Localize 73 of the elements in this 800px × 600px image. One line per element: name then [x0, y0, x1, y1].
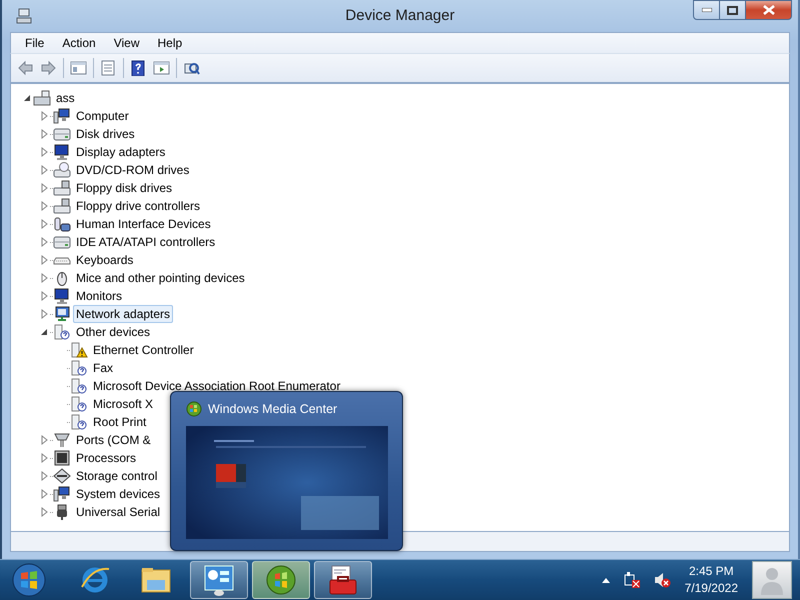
- monitor-icon: [53, 144, 71, 160]
- tree-item[interactable]: Processors: [73, 449, 140, 467]
- tree-item[interactable]: IDE ATA/ATAPI controllers: [73, 233, 218, 251]
- tree-item[interactable]: Storage control: [73, 467, 160, 485]
- tree-item[interactable]: Ports (COM &: [73, 431, 154, 449]
- tree-item[interactable]: Display adapters: [73, 143, 168, 161]
- orb-icon: [186, 401, 202, 417]
- drive-icon: [53, 198, 71, 214]
- tree-item[interactable]: Microsoft X: [90, 395, 156, 413]
- tree-item[interactable]: Floppy drive controllers: [73, 197, 204, 215]
- maximize-button[interactable]: [720, 0, 746, 20]
- tree-item[interactable]: Network adapters: [73, 305, 174, 323]
- orb-icon: [12, 563, 46, 598]
- tree-item[interactable]: Mice and other pointing devices: [73, 269, 248, 287]
- maximize-icon: [727, 6, 738, 14]
- tree-item[interactable]: Universal Serial: [73, 503, 164, 521]
- pane-icon: [70, 60, 87, 76]
- window-title: Device Manager: [345, 7, 455, 24]
- chip-icon: [53, 450, 71, 466]
- clock-date: 7/19/2022: [684, 580, 738, 598]
- forward-icon: [40, 60, 57, 76]
- tree-item[interactable]: ass: [53, 89, 78, 107]
- back-icon: [17, 60, 34, 76]
- computer-icon: [33, 90, 51, 106]
- tree-item[interactable]: Floppy disk drives: [73, 179, 176, 197]
- control-panel-icon: [202, 563, 236, 598]
- tree-item[interactable]: Root Print: [90, 413, 150, 431]
- user-icon: [759, 565, 785, 596]
- tree-item[interactable]: Ethernet Controller: [90, 341, 197, 359]
- tree-item[interactable]: Fax: [90, 359, 116, 377]
- clock[interactable]: 2:45 PM 7/19/2022: [676, 563, 746, 598]
- pane-icon: [153, 60, 170, 76]
- computer-icon: [16, 8, 32, 24]
- caret-icon: [600, 576, 611, 584]
- storage-icon: [53, 468, 71, 484]
- device-icon: [53, 324, 71, 340]
- tree-item[interactable]: Disk drives: [73, 125, 138, 143]
- tree-item[interactable]: System devices: [73, 485, 164, 503]
- port-icon: [53, 432, 71, 448]
- menu-item[interactable]: File: [16, 36, 54, 50]
- orb-icon: [264, 563, 298, 598]
- scan-icon: [183, 60, 200, 76]
- properties-icon: [100, 60, 117, 76]
- clock-time: 2:45 PM: [688, 563, 735, 580]
- menu-item[interactable]: Action: [53, 36, 105, 50]
- tree-item[interactable]: Human Interface Devices: [73, 215, 214, 233]
- network-icon: [53, 306, 71, 322]
- computer-icon: [53, 108, 71, 124]
- tree-item[interactable]: Other devices: [73, 323, 154, 341]
- tree-item[interactable]: DVD/CD-ROM drives: [73, 161, 192, 179]
- media-center-button[interactable]: [252, 561, 310, 600]
- tree-item[interactable]: Computer: [73, 107, 132, 125]
- help-icon: [130, 60, 147, 76]
- drive-icon: [53, 162, 71, 178]
- tree-item[interactable]: Keyboards: [73, 251, 136, 269]
- control-panel-button[interactable]: [190, 561, 248, 600]
- close-icon: [762, 5, 774, 15]
- drive-icon: [53, 234, 71, 250]
- tree-item[interactable]: Microsoft Device Association Root Enumerator: [90, 377, 344, 395]
- device-manager-button[interactable]: [314, 561, 372, 600]
- minimize-icon: [702, 8, 712, 12]
- menu-item[interactable]: Help: [148, 36, 192, 50]
- drive-icon: [53, 126, 71, 142]
- preview-title: Windows Media Center: [208, 402, 338, 416]
- minimize-button[interactable]: [693, 0, 720, 20]
- tree-item[interactable]: Monitors: [73, 287, 126, 305]
- computer-icon: [53, 486, 71, 502]
- close-button[interactable]: [746, 0, 792, 20]
- drive-icon: [53, 180, 71, 196]
- joystick-icon: [53, 216, 71, 232]
- monitor-icon: [53, 288, 71, 304]
- user-tile[interactable]: [752, 561, 792, 600]
- menu-item[interactable]: View: [104, 36, 148, 50]
